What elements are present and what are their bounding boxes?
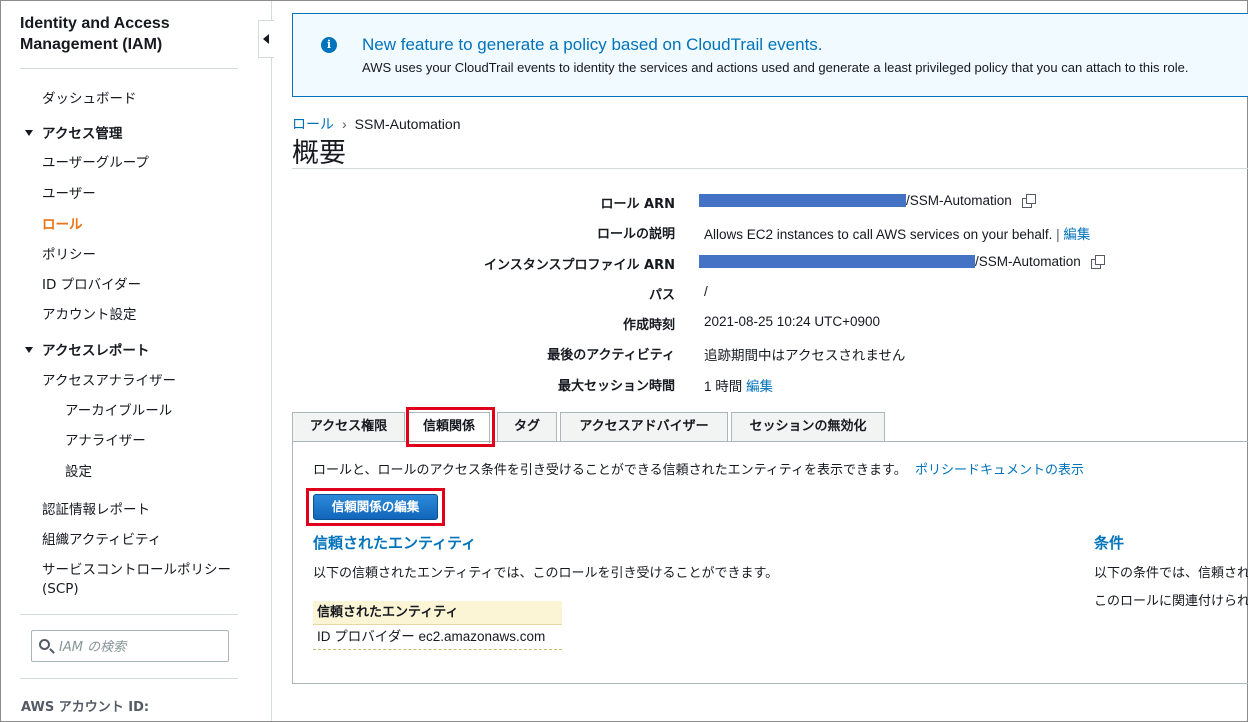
- sidebar-item-account-settings[interactable]: アカウント設定: [42, 306, 137, 324]
- conditions-description: 以下の条件では、信頼され: [1094, 566, 1248, 581]
- iam-search-input[interactable]: [59, 637, 224, 657]
- caret-down-icon: [25, 130, 33, 136]
- conditions-note: このロールに関連付けられ: [1094, 594, 1248, 609]
- max-session-text: 1 時間: [704, 379, 743, 394]
- breadcrumb-roles-link[interactable]: ロール: [292, 116, 334, 132]
- instance-profile-arn-value: /SSM-Automation: [699, 254, 1105, 269]
- table-row: ID プロバイダー ec2.amazonaws.com: [313, 625, 562, 650]
- last-activity-value: 追跡期間中はアクセスされません: [704, 348, 906, 363]
- edit-trust-relationship-button[interactable]: 信頼関係の編集: [313, 494, 438, 520]
- created-time-label: 作成時刻: [622, 318, 675, 333]
- trusted-entities-description: 以下の信頼されたエンティティでは、このロールを引き受けることができます。: [313, 566, 779, 581]
- tab-permissions[interactable]: アクセス権限: [292, 412, 405, 442]
- role-description-label: ロールの説明: [596, 227, 675, 242]
- edit-description-link[interactable]: 編集: [1063, 227, 1090, 242]
- info-banner-title: New feature to generate a policy based o…: [362, 35, 823, 54]
- trusted-entities-table: 信頼されたエンティティ ID プロバイダー ec2.amazonaws.com: [313, 601, 562, 650]
- sidebar-section-access-management[interactable]: アクセス管理: [25, 125, 122, 143]
- page-title: 概要: [292, 138, 346, 169]
- sidebar-divider: [20, 614, 238, 615]
- trusted-entities-title: 信頼されたエンティティ: [313, 534, 477, 552]
- sidebar-item-identity-providers[interactable]: ID プロバイダー: [42, 276, 141, 294]
- sidebar: Identity and Access Management (IAM) ダッシ…: [1, 1, 272, 721]
- redacted-block: [699, 194, 906, 207]
- role-description-text: Allows EC2 instances to call AWS service…: [704, 227, 1053, 242]
- sidebar-section-access-reports[interactable]: アクセスレポート: [25, 342, 149, 360]
- info-banner: i New feature to generate a policy based…: [292, 13, 1248, 97]
- sidebar-item-policies[interactable]: ポリシー: [42, 246, 96, 264]
- tab-tags[interactable]: タグ: [497, 412, 557, 442]
- title-divider: [292, 168, 1248, 169]
- sidebar-item-users[interactable]: ユーザー: [42, 185, 96, 203]
- sidebar-divider: [20, 68, 238, 69]
- sidebar-divider: [20, 678, 238, 679]
- role-arn-value: /SSM-Automation: [699, 193, 1036, 208]
- trust-panel-description: ロールと、ロールのアクセス条件を引き受けることができる信頼されたエンティティを表…: [313, 459, 1084, 478]
- section-label: アクセス管理: [42, 126, 123, 142]
- caret-down-icon: [25, 347, 33, 353]
- tab-trust-relationships[interactable]: 信頼関係: [408, 412, 490, 443]
- info-icon: i: [321, 37, 337, 53]
- max-session-value: 1 時間 編集: [704, 375, 773, 395]
- sidebar-item-access-analyzer[interactable]: アクセスアナライザー: [42, 372, 176, 390]
- created-time-value: 2021-08-25 10:24 UTC+0900: [704, 314, 881, 329]
- separator: |: [1052, 227, 1064, 242]
- redacted-block: [699, 255, 975, 268]
- role-description-value: Allows EC2 instances to call AWS service…: [704, 223, 1090, 243]
- breadcrumb-current: SSM-Automation: [354, 116, 461, 132]
- sidebar-item-roles[interactable]: ロール: [42, 216, 83, 234]
- conditions-section: 条件 以下の条件では、信頼され このロールに関連付けられ: [1086, 520, 1248, 620]
- path-value: /: [704, 284, 708, 299]
- aws-account-id-label: AWS アカウント ID:: [21, 700, 150, 715]
- max-session-label: 最大セッション時間: [557, 379, 675, 394]
- iam-search-box[interactable]: [31, 630, 229, 662]
- sidebar-item-analyzer-settings[interactable]: 設定: [65, 463, 92, 481]
- conditions-title: 条件: [1094, 534, 1125, 552]
- sidebar-item-analyzers[interactable]: アナライザー: [65, 432, 146, 450]
- instance-profile-arn-label: インスタンスプロファイル ARN: [484, 258, 675, 273]
- path-label: パス: [648, 288, 675, 303]
- sidebar-item-dashboard[interactable]: ダッシュボード: [42, 90, 137, 108]
- sidebar-title[interactable]: Identity and Access Management (IAM): [20, 13, 240, 55]
- role-arn-suffix: /SSM-Automation: [906, 193, 1012, 208]
- search-icon: [39, 639, 50, 650]
- table-header: 信頼されたエンティティ: [313, 601, 562, 625]
- chevron-right-icon: ›: [342, 116, 347, 132]
- trust-description-text: ロールと、ロールのアクセス条件を引き受けることができる信頼されたエンティティを表…: [313, 463, 907, 478]
- role-arn-label: ロール ARN: [600, 197, 675, 212]
- section-label: アクセスレポート: [42, 343, 150, 359]
- instance-profile-suffix: /SSM-Automation: [975, 254, 1081, 269]
- last-activity-label: 最後のアクティビティ: [547, 348, 675, 363]
- sidebar-collapse-button[interactable]: [258, 20, 274, 58]
- sidebar-item-archive-rules[interactable]: アーカイブルール: [65, 402, 172, 420]
- sidebar-item-user-groups[interactable]: ユーザーグループ: [42, 154, 149, 172]
- tab-access-advisor[interactable]: アクセスアドバイザー: [560, 412, 728, 442]
- sidebar-item-credential-report[interactable]: 認証情報レポート: [42, 501, 150, 519]
- view-policy-document-link[interactable]: ポリシードキュメントの表示: [915, 463, 1084, 478]
- copy-icon[interactable]: [1021, 194, 1036, 208]
- edit-max-session-link[interactable]: 編集: [746, 379, 773, 394]
- tab-revoke-sessions[interactable]: セッションの無効化: [731, 412, 885, 442]
- copy-icon[interactable]: [1090, 255, 1105, 269]
- sidebar-item-organization-activity[interactable]: 組織アクティビティ: [42, 531, 161, 549]
- info-banner-body: AWS uses your CloudTrail events to ident…: [362, 60, 1189, 75]
- sidebar-item-scp[interactable]: サービスコントロールポリシー (SCP): [42, 561, 242, 599]
